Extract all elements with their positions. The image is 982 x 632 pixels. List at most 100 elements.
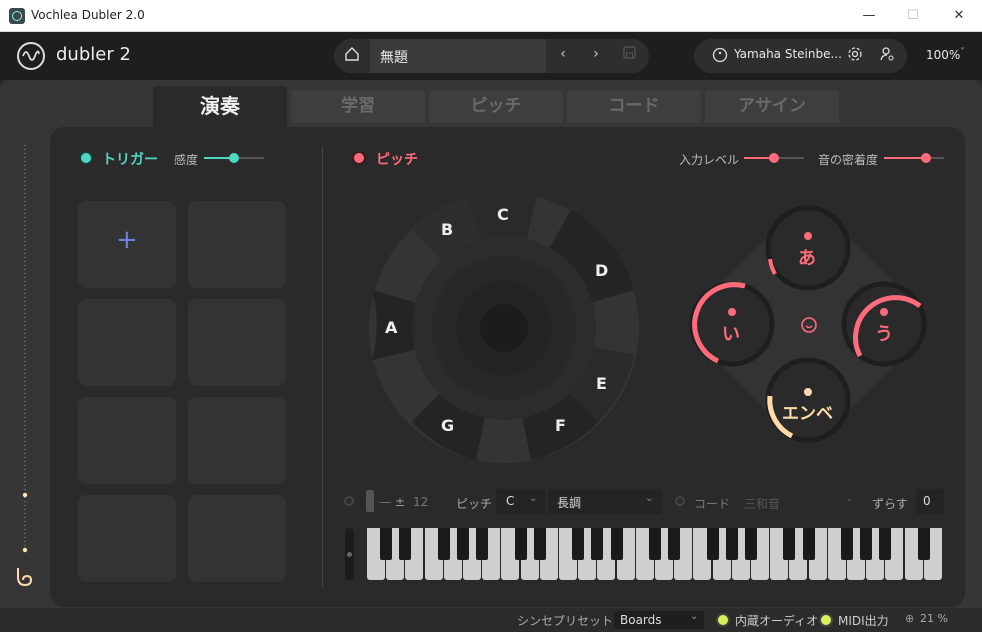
tab-learn[interactable]: 学習 xyxy=(291,90,425,123)
close-button[interactable]: ✕ xyxy=(936,0,982,32)
note-label: G xyxy=(441,416,455,435)
shift-label: ずらす xyxy=(872,497,908,511)
density-label: 音の密着度 xyxy=(818,153,879,167)
shift-stepper[interactable]: 0 xyxy=(916,489,944,514)
piano-black-key[interactable] xyxy=(572,528,585,560)
tab-perform[interactable]: 演奏 xyxy=(153,86,287,127)
transpose-value[interactable]: 12 xyxy=(413,495,428,509)
pitch-bend-strip[interactable] xyxy=(345,528,354,580)
home-icon[interactable] xyxy=(340,46,364,66)
smile-icon[interactable] xyxy=(799,315,819,335)
octave-slider[interactable] xyxy=(366,490,374,512)
scale-select[interactable]: 長調 ⌄ xyxy=(548,489,662,514)
pitch-toggle[interactable] xyxy=(354,153,364,163)
preset-name: 無題 xyxy=(380,50,408,66)
internal-audio-toggle[interactable] xyxy=(718,615,728,625)
vowel-i[interactable]: い xyxy=(722,320,740,346)
window-titlebar: Vochlea Dubler 2.0 — ☐ ✕ xyxy=(0,0,982,32)
synth-preset-select[interactable]: Boards ⌄ xyxy=(614,611,704,629)
piano-black-key[interactable] xyxy=(706,528,719,560)
internal-audio-label: 内蔵オーディオ xyxy=(735,614,819,628)
vowel-a[interactable]: あ xyxy=(798,244,816,270)
chevron-left-icon[interactable]: ‹ xyxy=(553,46,573,62)
note-label: C xyxy=(497,205,509,224)
piano-black-key[interactable] xyxy=(457,528,469,560)
piano-black-key[interactable] xyxy=(879,528,892,560)
envelope-pad[interactable]: エンベ xyxy=(782,399,833,424)
octave-toggle[interactable] xyxy=(344,496,354,506)
piano-black-key[interactable] xyxy=(783,528,796,560)
note-label: D xyxy=(595,261,609,280)
pitch-key-label: ピッチ xyxy=(456,497,493,511)
trigger-label: トリガー xyxy=(102,152,158,168)
trigger-toggle[interactable] xyxy=(81,153,91,163)
add-icon[interactable]: + xyxy=(116,225,138,255)
midi-out-label: MIDI出力 xyxy=(838,614,889,628)
dubler-logo-icon xyxy=(17,42,45,70)
piano-black-key[interactable] xyxy=(725,528,738,560)
trigger-pad[interactable] xyxy=(78,299,176,386)
tab-chord[interactable]: コード xyxy=(567,90,701,123)
piano-black-key[interactable] xyxy=(610,528,623,560)
chevron-down-icon: ⌄ xyxy=(845,493,854,504)
piano-black-key[interactable] xyxy=(745,528,757,560)
zoom-select[interactable]: 100% xyxy=(926,48,960,62)
trigger-pad[interactable] xyxy=(78,495,176,582)
note-label: F xyxy=(555,416,566,435)
save-icon[interactable] xyxy=(619,46,639,63)
chord-type-select[interactable]: 三和音 xyxy=(744,495,780,512)
cpu-icon: ⊕ xyxy=(905,612,915,625)
pitch-wheel[interactable] xyxy=(366,190,642,466)
maximize-button[interactable]: ☐ xyxy=(890,0,936,32)
preset-name-field[interactable]: 無題 xyxy=(370,39,546,73)
midi-device-icon xyxy=(710,47,730,65)
trigger-pad[interactable] xyxy=(78,397,176,484)
dubler-mic-icon[interactable] xyxy=(13,565,37,589)
piano-black-key[interactable] xyxy=(591,528,604,560)
piano-black-key[interactable] xyxy=(841,528,853,560)
trigger-pad[interactable] xyxy=(188,299,286,386)
chevron-right-icon[interactable]: › xyxy=(586,46,606,62)
piano-black-key[interactable] xyxy=(860,528,873,560)
trigger-pad[interactable]: + xyxy=(78,201,176,288)
chevron-down-icon: ˅ xyxy=(960,47,965,58)
note-label: E xyxy=(596,374,607,393)
gear-icon[interactable] xyxy=(845,46,865,66)
minimize-button[interactable]: — xyxy=(846,0,892,32)
tab-pitch[interactable]: ピッチ xyxy=(429,90,563,123)
piano-black-key[interactable] xyxy=(380,528,393,560)
piano-black-key[interactable] xyxy=(437,528,450,560)
synth-preset-label: シンセプリセット xyxy=(517,614,614,628)
piano-black-key[interactable] xyxy=(514,528,527,560)
sensitivity-label: 感度 xyxy=(174,153,199,167)
input-meter xyxy=(22,145,28,553)
piano-black-key[interactable] xyxy=(476,528,489,560)
tab-assign[interactable]: アサイン xyxy=(705,90,839,123)
cpu-usage: 21 % xyxy=(920,612,948,625)
app-icon xyxy=(9,8,25,24)
sensitivity-slider[interactable] xyxy=(204,153,264,163)
section-divider xyxy=(322,146,323,588)
octave-minus[interactable]: — xyxy=(379,495,391,509)
piano-black-key[interactable] xyxy=(917,528,930,560)
input-level-label: 入力レベル xyxy=(679,153,740,167)
trigger-pad[interactable] xyxy=(188,397,286,484)
device-name[interactable]: Yamaha Steinbe... xyxy=(734,47,842,61)
piano-black-key[interactable] xyxy=(399,528,412,560)
trigger-pad[interactable] xyxy=(188,495,286,582)
piano-black-key[interactable] xyxy=(668,528,681,560)
trigger-pad[interactable] xyxy=(188,201,286,288)
transpose-plusminus[interactable]: ± xyxy=(395,495,405,509)
piano-black-key[interactable] xyxy=(533,528,546,560)
vowel-u[interactable]: う xyxy=(875,320,893,346)
key-select[interactable]: C ⌄ xyxy=(496,489,546,514)
piano-black-key[interactable] xyxy=(649,528,661,560)
app-logo-text: dubler 2 xyxy=(56,44,131,65)
density-slider[interactable] xyxy=(884,153,944,163)
input-level-slider[interactable] xyxy=(744,153,804,163)
piano-black-key[interactable] xyxy=(802,528,815,560)
midi-out-toggle[interactable] xyxy=(821,615,831,625)
user-settings-icon[interactable] xyxy=(877,46,897,66)
chord-toggle[interactable] xyxy=(675,496,685,506)
chevron-down-icon: ⌄ xyxy=(690,611,699,622)
